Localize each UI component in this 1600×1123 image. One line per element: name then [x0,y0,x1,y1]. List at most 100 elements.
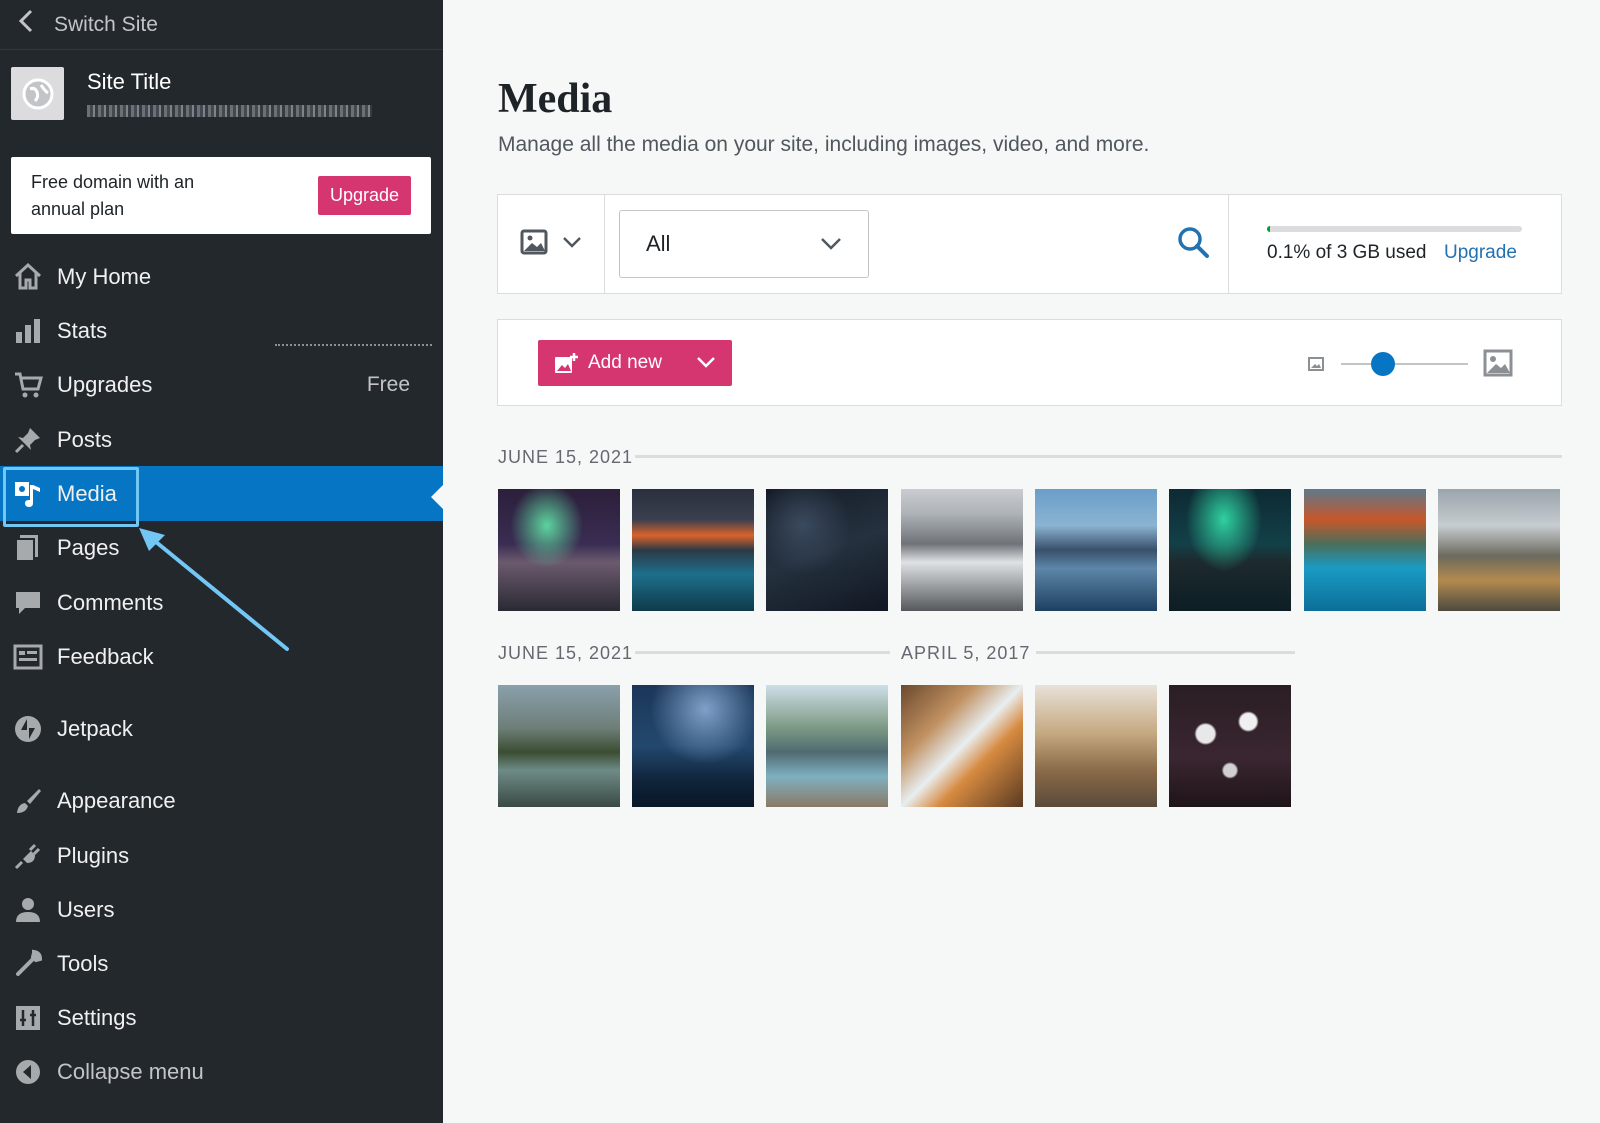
media-thumbnail[interactable] [1438,489,1560,611]
date-header: JUNE 15, 2021 [498,447,633,468]
sidebar-item-label: My Home [57,264,151,290]
sidebar-item-upgrades[interactable]: Upgrades Free [0,357,443,412]
globe-icon [11,67,64,120]
storage-upgrade-link[interactable]: Upgrade [1444,242,1517,264]
jetpack-icon [13,714,43,744]
add-media-icon [554,352,578,374]
annotation-arrow [135,525,295,655]
media-action-bar: Add new [497,319,1562,406]
add-new-label: Add new [588,352,662,374]
media-type-filter[interactable] [498,195,605,293]
sidebar-item-label: Stats [57,318,107,344]
media-icon [13,479,43,509]
media-thumbnail[interactable] [1169,489,1291,611]
media-thumbnail[interactable] [1035,685,1157,807]
sidebar-item-jetpack[interactable]: Jetpack [0,701,443,756]
media-thumbnail[interactable] [766,685,888,807]
promo-banner: Free domain with an annual plan Upgrade [11,157,431,234]
media-thumbnail[interactable] [632,685,754,807]
small-image-icon [1308,357,1324,376]
thumbnail-size-slider[interactable] [1308,344,1518,384]
sidebar-item-label: Users [57,897,114,923]
sidebar-item-label: Pages [57,535,119,561]
slider-track[interactable] [1341,363,1468,365]
sidebar-item-label: Settings [57,1005,137,1031]
sidebar-item-collapse-menu[interactable]: Collapse menu [0,1044,443,1099]
page-subtitle: Manage all the media on your site, inclu… [498,133,1149,157]
sidebar-item-label: Media [57,481,117,507]
date-divider [635,455,1562,458]
comment-icon [13,588,43,618]
pages-icon [13,533,43,563]
page-title: Media [498,75,612,123]
media-thumbnail[interactable] [632,489,754,611]
media-thumbnail[interactable] [1035,489,1157,611]
feedback-icon [13,642,43,672]
stats-icon [13,316,43,346]
media-thumbnail[interactable] [1169,685,1291,807]
sidebar-item-appearance[interactable]: Appearance [0,773,443,828]
storage-text: 0.1% of 3 GB used [1267,242,1427,264]
user-icon [13,895,43,925]
promo-text: Free domain with an annual plan [31,169,231,223]
sidebar-item-label: Upgrades [57,372,152,398]
sidebar-item-plugins[interactable]: Plugins [0,828,443,883]
wrench-icon [13,949,43,979]
sidebar-item-stats[interactable]: Stats [0,303,443,358]
media-thumbnail[interactable] [766,489,888,611]
sidebar-item-media[interactable]: Media [0,466,443,521]
site-card[interactable]: Site Title [0,50,443,152]
search-icon[interactable] [1176,225,1216,265]
chevron-down-icon[interactable] [696,352,716,374]
switch-site-label: Switch Site [54,13,158,37]
home-icon [13,262,43,292]
filter-selected-value: All [646,231,670,257]
settings-icon [13,1003,43,1033]
cart-icon [13,370,43,400]
sidebar-item-label: Appearance [57,788,176,814]
switch-site-button[interactable]: Switch Site [0,0,443,50]
media-thumbnail[interactable] [901,685,1023,807]
sidebar-item-tools[interactable]: Tools [0,936,443,991]
date-header: APRIL 5, 2017 [901,643,1030,664]
sidebar-item-users[interactable]: Users [0,882,443,937]
date-header: JUNE 15, 2021 [498,643,633,664]
storage-meter: 0.1% of 3 GB used Upgrade [1228,195,1561,293]
chevron-down-icon [562,235,582,253]
sidebar: Switch Site Site Title Free domain with … [0,0,443,1123]
promo-upgrade-button[interactable]: Upgrade [318,176,411,215]
slider-handle[interactable] [1371,352,1395,376]
storage-bar [1267,226,1522,232]
sidebar-item-badge: Free [367,373,410,397]
active-item-notch [431,485,443,509]
media-toolbar: All 0.1% of 3 GB used Upgrade [497,194,1562,294]
brush-icon [13,786,43,816]
sidebar-item-posts[interactable]: Posts [0,412,443,467]
sidebar-item-my-home[interactable]: My Home [0,249,443,304]
chevron-down-icon [820,231,842,257]
image-icon [520,229,548,260]
storage-bar-fill [1267,226,1270,232]
plug-icon [13,841,43,871]
large-image-icon [1483,349,1513,382]
collapse-icon [13,1057,43,1087]
media-filter-select[interactable]: All [619,210,869,278]
site-title: Site Title [87,69,372,95]
sidebar-item-settings[interactable]: Settings [0,990,443,1045]
site-url-blurred [87,105,372,117]
sidebar-item-label: Posts [57,427,112,453]
media-thumbnail[interactable] [901,489,1023,611]
main-content: Media Manage all the media on your site,… [443,0,1600,1123]
sidebar-item-label: Tools [57,951,108,977]
media-thumbnail[interactable] [498,489,620,611]
date-divider [635,651,890,654]
media-thumbnail[interactable] [1304,489,1426,611]
sidebar-item-label: Jetpack [57,716,133,742]
media-thumbnail[interactable] [498,685,620,807]
chevron-left-icon [18,9,34,40]
pin-icon [13,425,43,455]
add-new-button[interactable]: Add new [538,340,732,386]
sidebar-item-label: Plugins [57,843,129,869]
date-divider [1036,651,1295,654]
sidebar-item-label: Collapse menu [57,1059,204,1085]
